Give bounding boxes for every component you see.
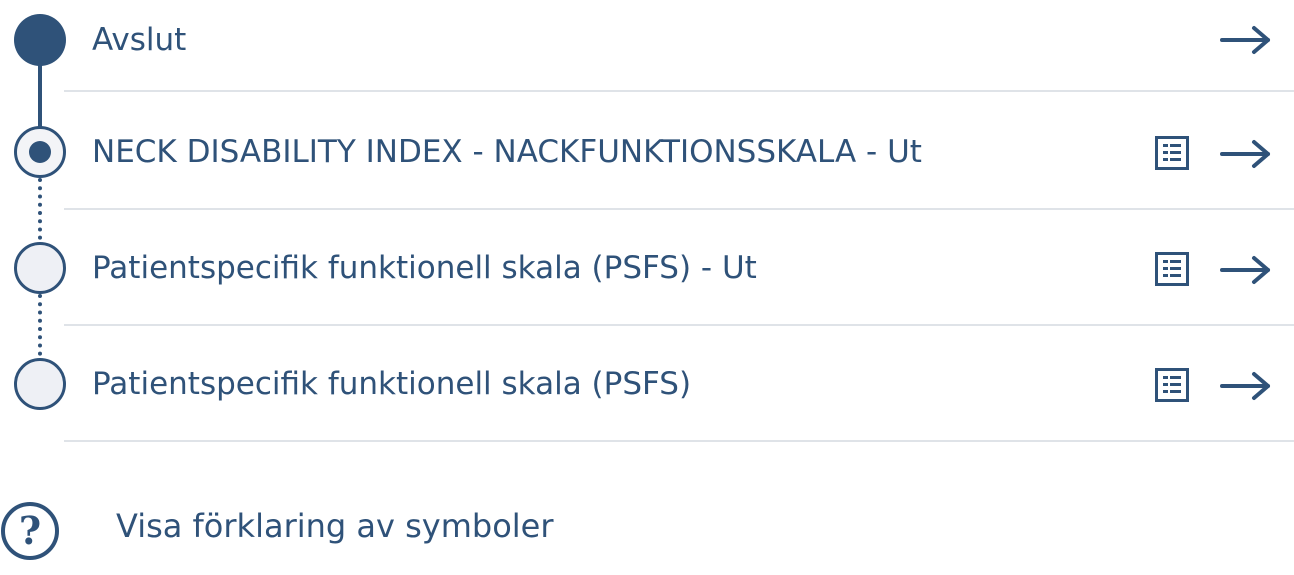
step-timeline: Avslut NECK DISABILITY INDEX - NACKFUNKT… <box>0 0 1294 450</box>
symbol-legend-label[interactable]: Visa förklaring av symboler <box>116 504 554 548</box>
step-row-psfs-ut[interactable]: Patientspecifik funktionell skala (PSFS)… <box>0 216 1294 332</box>
form-list-icon[interactable] <box>1155 368 1189 402</box>
step-row-avslut[interactable]: Avslut <box>0 0 1294 100</box>
symbol-legend-link[interactable]: ? Visa förklaring av symboler <box>0 496 1294 562</box>
step-completed-icon <box>14 14 66 66</box>
form-list-icon[interactable] <box>1155 252 1189 286</box>
step-label: Patientspecifik funktionell skala (PSFS)… <box>92 250 757 286</box>
step-pending-icon <box>14 242 66 294</box>
row-divider <box>64 208 1294 210</box>
question-circle-icon[interactable]: ? <box>1 502 59 560</box>
step-row-psfs[interactable]: Patientspecifik funktionell skala (PSFS) <box>0 332 1294 448</box>
step-label: Avslut <box>92 22 187 58</box>
step-row-ndi-ut[interactable]: NECK DISABILITY INDEX - NACKFUNKTIONSSKA… <box>0 100 1294 216</box>
arrow-right-icon[interactable] <box>1218 134 1274 174</box>
step-pending-icon <box>14 358 66 410</box>
row-divider <box>64 324 1294 326</box>
row-divider <box>64 90 1294 92</box>
row-divider <box>64 440 1294 442</box>
arrow-right-icon[interactable] <box>1218 20 1274 60</box>
arrow-right-icon[interactable] <box>1218 366 1274 406</box>
arrow-right-icon[interactable] <box>1218 250 1274 290</box>
step-label: NECK DISABILITY INDEX - NACKFUNKTIONSSKA… <box>92 134 922 170</box>
step-label: Patientspecifik funktionell skala (PSFS) <box>92 366 692 402</box>
form-list-icon[interactable] <box>1155 136 1189 170</box>
step-current-icon <box>14 126 66 178</box>
